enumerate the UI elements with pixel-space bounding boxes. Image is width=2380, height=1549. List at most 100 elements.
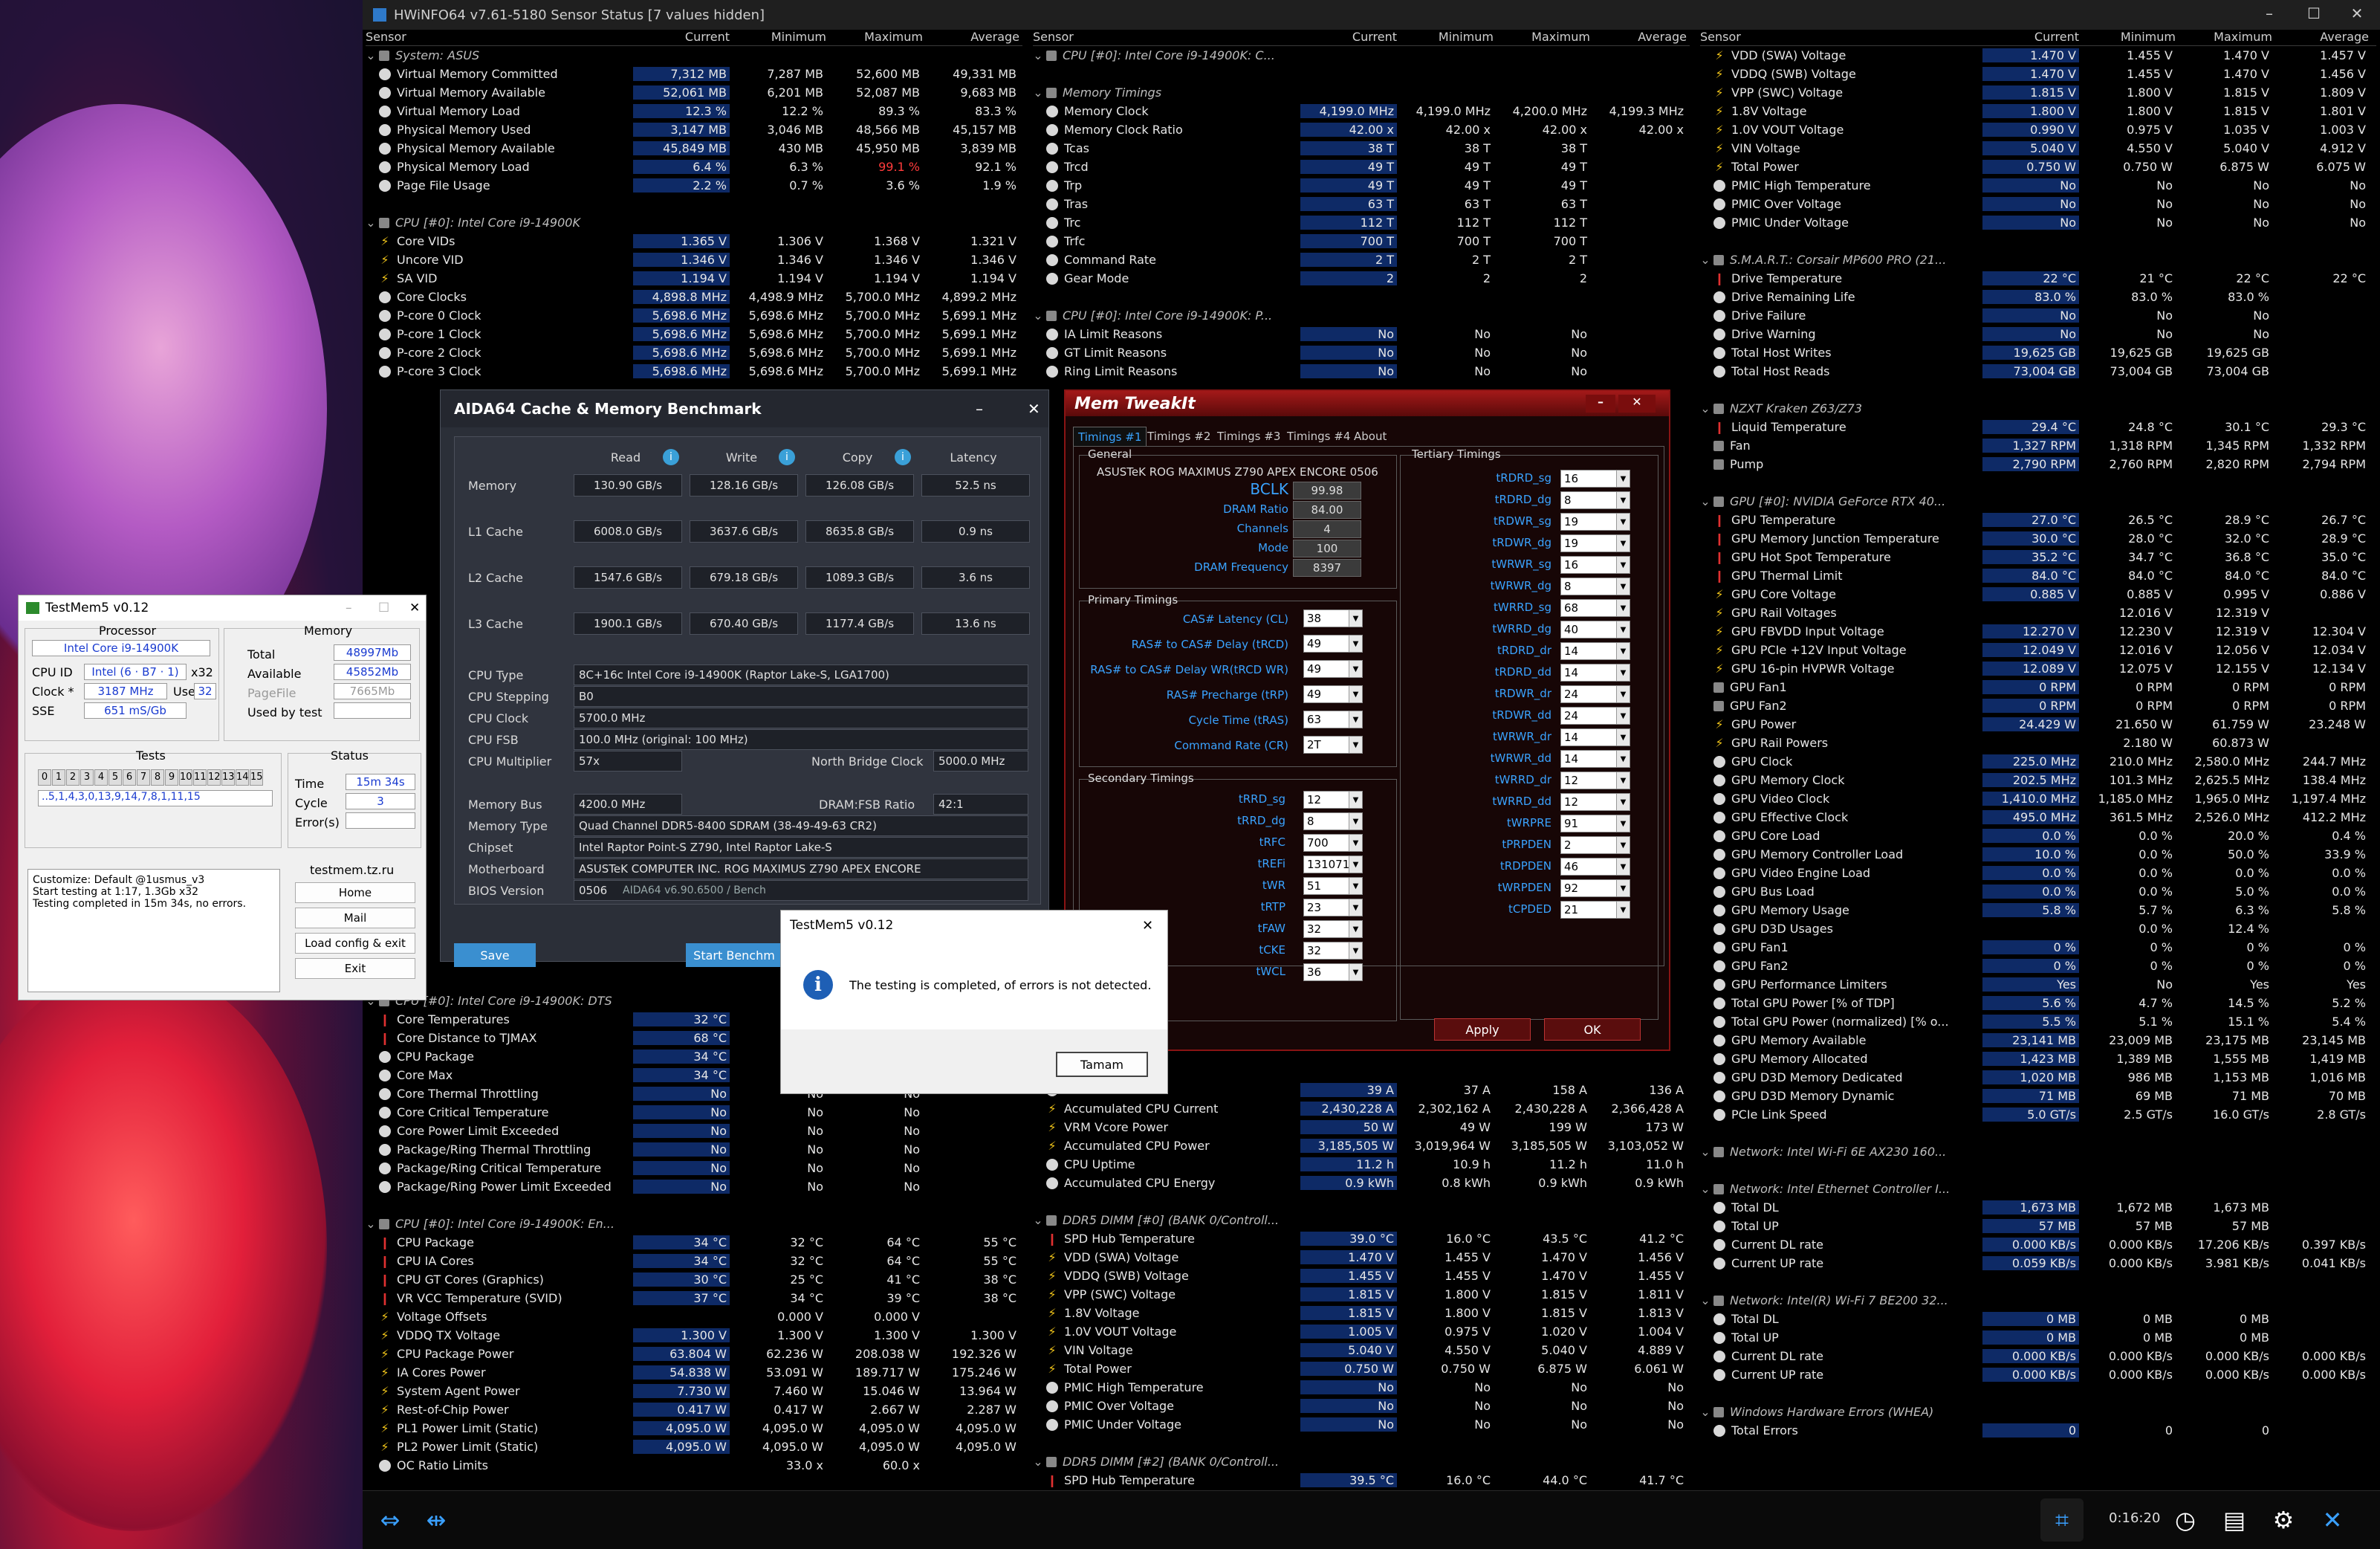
primary-timing-select[interactable]: 49 ▼ bbox=[1303, 635, 1363, 653]
sensor-group-row[interactable]: ⌄ Network: Intel Wi-Fi 6E AX230 160... bbox=[1700, 1142, 2376, 1161]
sensor-row[interactable]: OC Ratio Limits 33.0 x 60.0 x bbox=[366, 1456, 1022, 1475]
column-header-maximum[interactable]: Maximum bbox=[826, 30, 923, 45]
tertiary-timing-select[interactable]: 46 ▼ bbox=[1560, 858, 1630, 876]
sensor-group-row[interactable]: ⌄ DDR5 DIMM [#2] (BANK 0/Controll... bbox=[1033, 1452, 1690, 1471]
sensor-row[interactable]: ⚡ Uncore VID 1.346 V 1.346 V 1.346 V 1.346 V bbox=[366, 250, 1022, 269]
sensor-row[interactable]: P-core 1 Clock 5,698.6 MHz 5,698.6 MHz 5,70… bbox=[366, 325, 1022, 343]
sensor-row[interactable]: Current DL rate 0.000 KB/s 0.000 KB/s 17.20… bbox=[1700, 1235, 2376, 1254]
sensor-group-row[interactable]: ⌄ Network: Intel(R) Wi-Fi 7 BE200 32... bbox=[1700, 1291, 2376, 1310]
tertiary-timing-select[interactable]: 2 ▼ bbox=[1560, 836, 1630, 854]
sensor-row[interactable]: ⚡ Total Power 0.750 W 0.750 W 6.875 W 6.061 W bbox=[1033, 1359, 1690, 1378]
sensor-row[interactable]: P-core 3 Clock 5,698.6 MHz 5,698.6 MHz 5,70… bbox=[366, 362, 1022, 381]
sensor-row[interactable]: Gear Mode 2 2 2 bbox=[1033, 269, 1690, 288]
info-circle-icon[interactable]: i bbox=[895, 449, 911, 465]
sensor-row[interactable]: GPU Core Load 0.0 % 0.0 % 20.0 % 0.4 % bbox=[1700, 827, 2376, 845]
sensor-row[interactable]: GT Limit Reasons No No No bbox=[1033, 343, 1690, 362]
mt-minimize-button[interactable]: – bbox=[1586, 395, 1615, 413]
sensor-row[interactable]: ⚡ VDD (SWA) Voltage 1.470 V 1.455 V 1.470 V 1… bbox=[1700, 46, 2376, 65]
sensor-row[interactable]: Total DL 1,673 MB 1,672 MB 1,673 MB bbox=[1700, 1198, 2376, 1217]
tm-maximize-button[interactable]: ☐ bbox=[378, 601, 389, 615]
sensor-row[interactable]: P-core 0 Clock 5,698.6 MHz 5,698.6 MHz 5,70… bbox=[366, 306, 1022, 325]
tertiary-timing-select[interactable]: 19 ▼ bbox=[1560, 513, 1630, 531]
sensor-row[interactable]: ❙ GPU Hot Spot Temperature 35.2 °C 34.7 °C 3… bbox=[1700, 548, 2376, 566]
column-header-current[interactable]: Current bbox=[633, 30, 730, 45]
column-header-average[interactable]: Average bbox=[2272, 30, 2369, 45]
start-benchmark-button[interactable]: Start Benchm bbox=[686, 943, 782, 967]
sensor-row[interactable]: ⚡ 1.0V VOUT Voltage 1.005 V 0.975 V 1.020 V 1… bbox=[1033, 1322, 1690, 1341]
sensor-row[interactable]: ⚡ IA Cores Power 54.838 W 53.091 W 189.717 W… bbox=[366, 1363, 1022, 1382]
sensor-row[interactable]: ⚡ GPU 16-pin HVPWR Voltage 12.089 V 12.075 … bbox=[1700, 659, 2376, 678]
primary-timing-select[interactable]: 38 ▼ bbox=[1303, 609, 1363, 627]
sensor-row[interactable]: Total GPU Power (normalized) [% o... 5.5 … bbox=[1700, 1012, 2376, 1031]
sensor-row[interactable]: ⚡ System Agent Power 7.730 W 7.460 W 15.046 … bbox=[366, 1382, 1022, 1400]
column-header-average[interactable]: Average bbox=[1590, 30, 1687, 45]
sensor-row[interactable]: ❙ GPU Temperature 27.0 °C 26.5 °C 28.9 °C 26.… bbox=[1700, 511, 2376, 529]
sensor-row[interactable]: GPU Fan2 0 RPM 0 RPM 0 RPM 0 RPM bbox=[1700, 696, 2376, 715]
site-link[interactable]: testmem.tz.ru bbox=[310, 863, 394, 877]
column-header-sensor[interactable]: Sensor bbox=[1033, 30, 1300, 45]
sensor-row[interactable]: ⚡ PL2 Power Limit (Static) 4,095.0 W 4,095.… bbox=[366, 1438, 1022, 1456]
sensor-row[interactable]: GPU Fan1 0 RPM 0 RPM 0 RPM 0 RPM bbox=[1700, 678, 2376, 696]
tm-close-button[interactable]: ✕ bbox=[409, 601, 420, 615]
secondary-timing-select[interactable]: 36 ▼ bbox=[1303, 963, 1363, 981]
tertiary-timing-select[interactable]: 16 ▼ bbox=[1560, 470, 1630, 488]
testmem-exit-button[interactable]: Exit bbox=[295, 958, 415, 979]
sensor-row[interactable]: Drive Failure No No No bbox=[1700, 306, 2376, 325]
sensor-row[interactable]: GPU D3D Memory Dynamic 71 MB 69 MB 71 MB 70 … bbox=[1700, 1087, 2376, 1105]
sensor-row[interactable]: ⚡ VDD (SWA) Voltage 1.470 V 1.455 V 1.470 V 1… bbox=[1033, 1248, 1690, 1267]
testmem-load-config-exit-button[interactable]: Load config & exit bbox=[295, 933, 415, 954]
sensor-row[interactable]: ⚡ VPP (SWC) Voltage 1.815 V 1.800 V 1.815 V 1… bbox=[1033, 1285, 1690, 1304]
tertiary-timing-select[interactable]: 91 ▼ bbox=[1560, 815, 1630, 832]
info-circle-icon[interactable]: i bbox=[779, 449, 795, 465]
tab-timings-4[interactable]: Timings #4 bbox=[1283, 427, 1355, 446]
save-button[interactable]: Save bbox=[454, 943, 536, 967]
tertiary-timing-select[interactable]: 14 ▼ bbox=[1560, 664, 1630, 682]
sensor-row[interactable]: CPU Uptime 11.2 h 10.9 h 11.2 h 11.0 h bbox=[1033, 1155, 1690, 1174]
sensor-row[interactable]: ⚡ CPU Package Power 63.804 W 62.236 W 208.03… bbox=[366, 1345, 1022, 1363]
sensor-row[interactable]: PCIe Link Speed 5.0 GT/s 2.5 GT/s 16.0 GT/s… bbox=[1700, 1105, 2376, 1124]
sensor-row[interactable]: ⚡ Core VIDs 1.365 V 1.306 V 1.368 V 1.321 V bbox=[366, 232, 1022, 250]
close-x-icon[interactable]: ✕ bbox=[2311, 1498, 2354, 1542]
sensor-row[interactable]: ❙ CPU IA Cores 34 °C 32 °C 64 °C 55 °C bbox=[366, 1252, 1022, 1270]
sensor-row[interactable]: ⚡ 1.0V VOUT Voltage 0.990 V 0.975 V 1.035 V 1… bbox=[1700, 120, 2376, 139]
apply-button[interactable]: Apply bbox=[1434, 1018, 1531, 1041]
sensor-row[interactable]: ❙ Drive Temperature 22 °C 21 °C 22 °C 22 °C bbox=[1700, 269, 2376, 288]
sensor-row[interactable]: ⚡ SA VID 1.194 V 1.194 V 1.194 V 1.194 V bbox=[366, 269, 1022, 288]
collapse-chevron-icon[interactable]: ⌄ bbox=[1700, 494, 1711, 508]
sensor-row[interactable]: Pump 2,790 RPM 2,760 RPM 2,820 RPM 2,794 RPM bbox=[1700, 455, 2376, 473]
sensor-row[interactable]: ⚡ VDDQ TX Voltage 1.300 V 1.300 V 1.300 V 1.3… bbox=[366, 1326, 1022, 1345]
sensor-row[interactable]: Core Clocks 4,898.8 MHz 4,498.9 MHz 5,700.0… bbox=[366, 288, 1022, 306]
sensor-row[interactable]: ❙ VR VCC Temperature (SVID) 37 °C 34 °C 39 °… bbox=[366, 1289, 1022, 1307]
sensor-row[interactable]: GPU Memory Allocated 1,423 MB 1,389 MB 1,55… bbox=[1700, 1050, 2376, 1068]
tertiary-timing-select[interactable]: 24 ▼ bbox=[1560, 707, 1630, 725]
sensor-group-row[interactable]: ⌄ Network: Intel Ethernet Controller I... bbox=[1700, 1180, 2376, 1198]
sensor-row[interactable]: Total Host Reads 73,004 GB 73,004 GB 73,004… bbox=[1700, 362, 2376, 381]
sensor-row[interactable]: Trp 49 T 49 T 49 T bbox=[1033, 176, 1690, 195]
sensor-row[interactable]: PMIC High Temperature No No No No bbox=[1033, 1378, 1690, 1397]
tab-timings-3[interactable]: Timings #3 bbox=[1213, 427, 1285, 446]
tertiary-timing-select[interactable]: 12 ▼ bbox=[1560, 793, 1630, 811]
sensor-row[interactable]: ⚡ VDDQ (SWB) Voltage 1.455 V 1.455 V 1.470 V… bbox=[1033, 1267, 1690, 1285]
secondary-timing-select[interactable]: 32 ▼ bbox=[1303, 920, 1363, 938]
sensor-row[interactable]: Trcd 49 T 49 T 49 T bbox=[1033, 158, 1690, 176]
sensor-group-row[interactable]: ⌄ DDR5 DIMM [#0] (BANK 0/Controll... bbox=[1033, 1211, 1690, 1229]
column-header-current[interactable]: Current bbox=[1982, 30, 2079, 45]
collapse-chevron-icon[interactable]: ⌄ bbox=[366, 1217, 376, 1231]
sensor-row[interactable]: ⚡ VDDQ (SWB) Voltage 1.470 V 1.455 V 1.470 V… bbox=[1700, 65, 2376, 83]
secondary-timing-select[interactable]: 23 ▼ bbox=[1303, 899, 1363, 916]
sensor-row[interactable]: GPU Fan1 0 % 0 % 0 % 0 % bbox=[1700, 938, 2376, 957]
tertiary-timing-select[interactable]: 68 ▼ bbox=[1560, 599, 1630, 617]
sensor-group-row[interactable]: ⌄ CPU [#0]: Intel Core i9-14900K: P... bbox=[1033, 306, 1690, 325]
sensor-row[interactable]: Core Power Limit Exceeded No No No bbox=[366, 1122, 1022, 1140]
sensor-row[interactable]: Tcas 38 T 38 T 38 T bbox=[1033, 139, 1690, 158]
sensor-row[interactable]: ❙ CPU GT Cores (Graphics) 30 °C 25 °C 41 °C 3… bbox=[366, 1270, 1022, 1289]
tab-timings-2[interactable]: Timings #2 bbox=[1143, 427, 1215, 446]
sensor-row[interactable]: Virtual Memory Committed 7,312 MB 7,287 MB… bbox=[366, 65, 1022, 83]
maximize-button[interactable]: ☐ bbox=[2303, 4, 2324, 25]
sensor-row[interactable]: Fan 1,327 RPM 1,318 RPM 1,345 RPM 1,332 RPM bbox=[1700, 436, 2376, 455]
collapse-chevron-icon[interactable]: ⌄ bbox=[1033, 1213, 1043, 1227]
secondary-timing-select[interactable]: 131071 ▼ bbox=[1303, 856, 1363, 873]
sensor-row[interactable]: Core Critical Temperature No No No bbox=[366, 1103, 1022, 1122]
sensor-group-row[interactable]: ⌄ Memory Timings bbox=[1033, 83, 1690, 102]
sensor-row[interactable]: ⚡ Accumulated CPU Power 3,185,505 W 3,019,9… bbox=[1033, 1136, 1690, 1155]
